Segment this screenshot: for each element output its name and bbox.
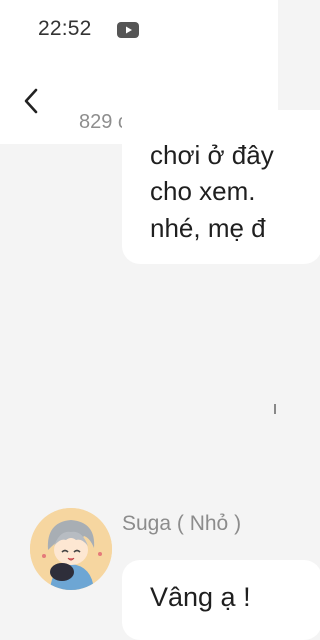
message-line: nhé, mẹ đ: [150, 213, 266, 243]
message-bubble: Vâng ạ !: [122, 560, 320, 640]
message-line: chơi ở đây: [150, 140, 274, 170]
sender-name: Suga ( Nhỏ ): [122, 512, 242, 535]
youtube-icon: [117, 22, 139, 38]
message-text: Vâng ạ !: [150, 582, 251, 612]
back-button[interactable]: [14, 84, 48, 118]
message-bubble: chơi ở đây cho xem. nhé, mẹ đ: [122, 110, 320, 264]
back-chevron-icon: [24, 88, 38, 114]
sender-avatar[interactable]: [30, 508, 112, 590]
scroll-mark: [274, 404, 276, 414]
message-line: cho xem.: [150, 176, 256, 206]
chibi-avatar-icon: [30, 508, 112, 590]
status-time: 22:52: [38, 17, 92, 40]
status-bar: 22:52: [0, 0, 278, 62]
